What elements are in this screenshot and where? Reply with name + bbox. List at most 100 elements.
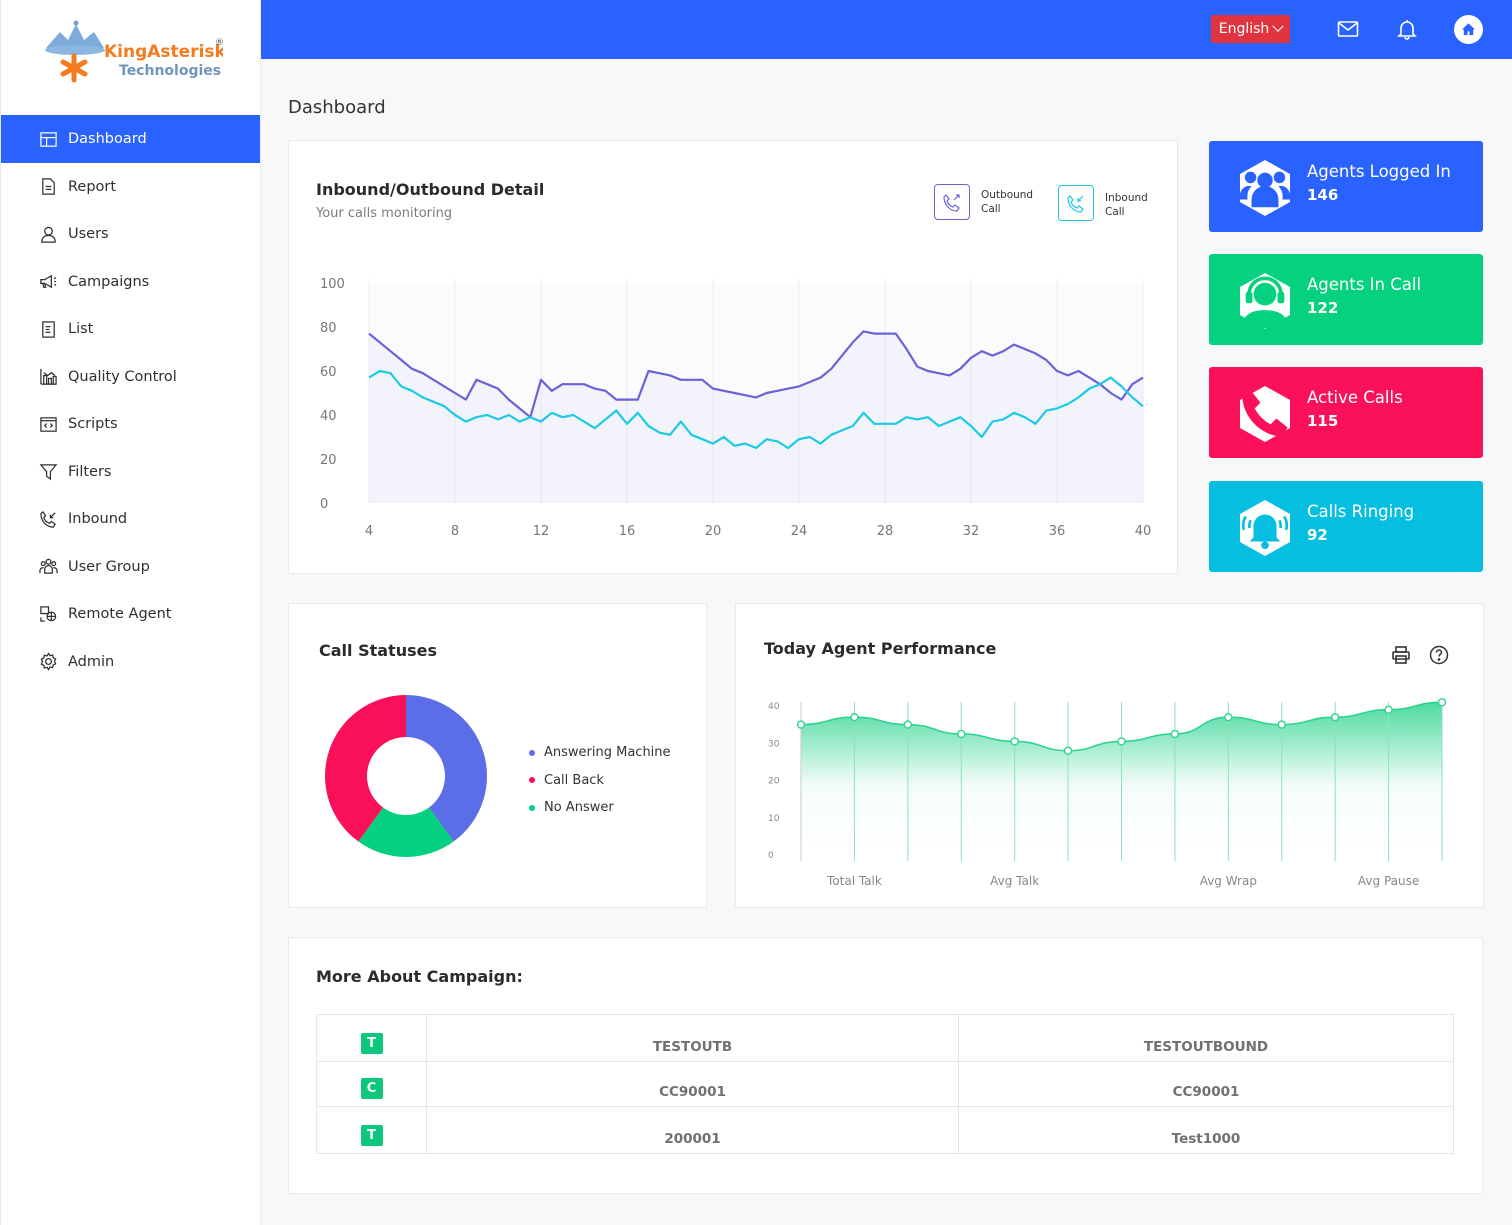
x-tick-label: 40 <box>1135 524 1152 539</box>
data-point <box>1384 705 1393 714</box>
table-cell: TESTOUTBOUND <box>958 1014 1454 1062</box>
phone-icon <box>1240 386 1290 442</box>
stat-value: 122 <box>1307 299 1339 317</box>
stat-card-agents-logged-in[interactable]: Agents Logged In 146 <box>1209 141 1483 232</box>
y-tick-label: 100 <box>320 277 345 292</box>
headset-agent-icon <box>1240 273 1290 329</box>
table-cell: Test1000 <box>958 1106 1454 1154</box>
x-axis-label: Avg Talk <box>990 874 1039 888</box>
users-icon <box>1240 160 1290 216</box>
sidebar-item-label: Dashboard <box>68 131 147 147</box>
sidebar-item-user-group[interactable]: User Group <box>1 543 260 591</box>
agent-performance-chart: 0 10 20 30 40 Total Talk Avg Talk Avg Wrap Avg P… <box>768 698 1447 888</box>
sidebar-item-remote-agent[interactable]: Remote Agent <box>1 591 260 639</box>
campaign-card: More About Campaign: T TESTOUTB TESTOUTB… <box>288 937 1483 1194</box>
sidebar-item-label: Inbound <box>68 511 128 528</box>
table-cell: CC90001 <box>958 1061 1454 1107</box>
data-point <box>850 712 859 722</box>
home-button[interactable] <box>1454 15 1483 44</box>
brand-tagline: Technologies <box>119 63 221 79</box>
legend-dot <box>529 777 535 784</box>
stat-card-active-calls[interactable]: Active Calls 115 <box>1209 367 1483 458</box>
y-tick-label: 30 <box>768 739 780 749</box>
sidebar-item-admin[interactable]: Admin <box>1 638 260 686</box>
table-cell: CC90001 <box>426 1061 959 1107</box>
sidebar-item-label: Admin <box>68 653 115 670</box>
language-label: English <box>1218 21 1270 37</box>
stat-card-agents-in-call[interactable]: Agents In Call 122 <box>1209 254 1483 345</box>
hexagon-badge <box>1240 500 1290 556</box>
sidebar-item-dashboard[interactable]: Dashboard <box>1 115 260 163</box>
stat-label: Agents Logged In <box>1307 162 1451 181</box>
sidebar-item-label: Report <box>68 178 117 195</box>
legend-item[interactable]: Call Back <box>529 767 671 795</box>
card-title: Call Statuses <box>319 641 437 660</box>
campaign-badge: C <box>360 1078 383 1099</box>
sidebar-item-inbound[interactable]: Inbound <box>1 496 260 544</box>
sidebar-item-scripts[interactable]: Scripts <box>1 401 260 449</box>
legend-item[interactable]: Answering Machine <box>529 739 671 767</box>
sidebar-item-label: Quality Control <box>68 368 177 385</box>
stat-label: Active Calls <box>1307 388 1403 407</box>
dashboard-icon <box>38 129 58 149</box>
y-tick-label: 40 <box>320 409 337 424</box>
x-tick-label: 12 <box>533 524 550 539</box>
sidebar-item-filters[interactable]: Filters <box>1 448 260 496</box>
x-tick-label: 28 <box>877 524 894 539</box>
stat-value: 115 <box>1307 412 1339 430</box>
call-statuses-legend: Answering Machine Call Back No Answer <box>529 739 671 822</box>
data-point <box>1330 712 1340 722</box>
code-icon <box>38 414 58 434</box>
sidebar-item-label: List <box>68 321 94 338</box>
table-cell: 200001 <box>426 1106 959 1154</box>
sidebar-nav: Dashboard Report Users Campaigns List Qu… <box>1 115 260 686</box>
legend-label: Call Back <box>544 772 604 788</box>
table-row[interactable]: T 200001 Test1000 <box>316 1106 1454 1154</box>
stat-label: Calls Ringing <box>1307 502 1415 521</box>
sidebar-item-users[interactable]: Users <box>1 211 260 259</box>
sidebar-item-label: Remote Agent <box>68 606 172 623</box>
data-point <box>957 729 966 739</box>
x-axis-label: Total Talk <box>826 874 882 888</box>
phone-incoming-icon <box>38 509 58 529</box>
sidebar-item-label: Scripts <box>68 416 118 433</box>
mail-icon[interactable] <box>1336 17 1360 41</box>
remote-agent-icon <box>38 604 58 624</box>
language-select[interactable]: English <box>1211 15 1290 43</box>
bell-ringing-icon <box>1240 500 1290 556</box>
stat-label: Agents In Call <box>1307 275 1422 294</box>
sidebar-item-list[interactable]: List <box>1 306 260 354</box>
list-icon <box>38 319 58 339</box>
data-point <box>1224 712 1233 722</box>
y-tick-label: 0 <box>320 497 328 512</box>
x-tick-label: 8 <box>451 524 459 539</box>
data-point <box>796 720 806 729</box>
sidebar-item-quality-control[interactable]: Quality Control <box>1 353 260 401</box>
campaign-badge: T <box>360 1033 383 1054</box>
table-row[interactable]: T TESTOUTB TESTOUTBOUND <box>316 1014 1454 1062</box>
filter-icon <box>38 462 58 482</box>
stat-value: 146 <box>1307 186 1339 204</box>
call-statuses-donut <box>325 695 487 857</box>
x-tick-label: 20 <box>705 524 722 539</box>
hexagon-badge <box>1240 160 1290 216</box>
legend-item[interactable]: No Answer <box>529 794 671 822</box>
x-tick-label: 16 <box>619 524 636 539</box>
report-icon <box>38 177 58 197</box>
bell-icon[interactable] <box>1395 17 1419 41</box>
data-point <box>1170 729 1180 739</box>
campaign-badge: T <box>360 1125 383 1146</box>
brand-logo[interactable]: KingAsterisk ® Technologies <box>1 0 260 115</box>
data-point <box>903 720 913 729</box>
stat-card-calls-ringing[interactable]: Calls Ringing 92 <box>1209 481 1483 572</box>
x-tick-label: 4 <box>365 524 373 539</box>
inbound-outbound-card: Inbound/Outbound Detail Your calls monit… <box>288 140 1178 574</box>
inbound-outbound-chart: 4 8 12 16 20 24 28 32 36 40 0 20 40 60 80 100 <box>320 277 1152 539</box>
sidebar-item-campaigns[interactable]: Campaigns <box>1 258 260 306</box>
table-row[interactable]: C CC90001 CC90001 <box>316 1061 1454 1107</box>
sidebar-item-report[interactable]: Report <box>1 163 260 211</box>
home-icon <box>1461 23 1476 36</box>
legend-label: No Answer <box>544 800 614 816</box>
call-statuses-card: Call Statuses Answering Machine Call Back… <box>288 603 707 908</box>
y-tick-label: 40 <box>768 702 780 712</box>
